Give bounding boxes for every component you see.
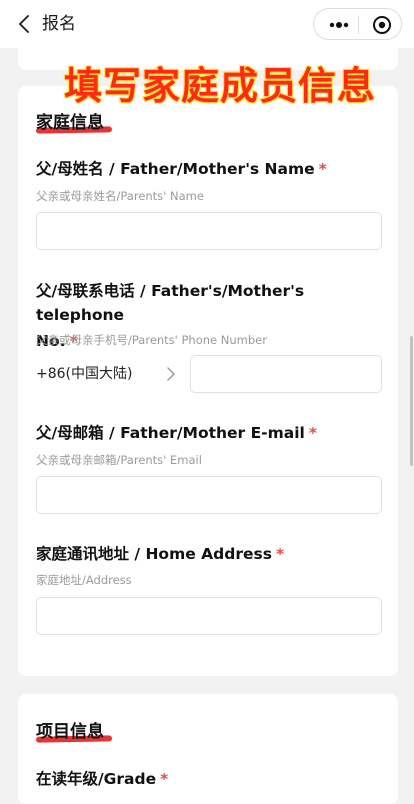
- parent-phone-input[interactable]: [190, 355, 382, 393]
- back-chevron-icon[interactable]: [14, 13, 36, 35]
- home-address-label: 家庭通讯地址 / Home Address *: [36, 542, 284, 566]
- parent-name-hint: 父亲或母亲姓名/Parents' Name: [36, 189, 204, 203]
- parent-email-input[interactable]: [36, 476, 382, 514]
- home-address-label-text: 家庭通讯地址 / Home Address: [36, 545, 272, 563]
- scrollbar[interactable]: [410, 336, 413, 466]
- parent-email-label: 父/母邮箱 / Father/Mother E-mail *: [36, 421, 317, 445]
- close-target-icon[interactable]: [372, 15, 392, 35]
- home-address-hint: 家庭地址/Address: [36, 573, 132, 587]
- country-code-selector[interactable]: +86(中国大陆): [36, 364, 132, 384]
- required-asterisk: *: [160, 770, 169, 788]
- home-address-input[interactable]: [36, 597, 382, 635]
- project-section-title: 项目信息: [36, 722, 104, 742]
- required-asterisk: *: [318, 160, 327, 178]
- parent-name-input[interactable]: [36, 212, 382, 250]
- grade-label: 在读年级/Grade *: [36, 767, 168, 791]
- required-asterisk: *: [275, 545, 285, 563]
- required-asterisk: *: [308, 424, 317, 442]
- more-dots-icon[interactable]: [327, 18, 351, 32]
- parent-email-label-text: 父/母邮箱 / Father/Mother E-mail: [36, 424, 305, 442]
- capsule-divider: [358, 16, 359, 34]
- parent-email-hint: 父亲或母亲邮箱/Parents' Email: [36, 453, 202, 467]
- mini-program-capsule: [313, 8, 402, 40]
- grade-label-text: 在读年级/Grade: [36, 770, 157, 788]
- chevron-right-icon[interactable]: [164, 366, 178, 382]
- family-section-title: 家庭信息: [36, 113, 104, 133]
- parent-phone-hint: 父亲或母亲手机号/Parents' Phone Number: [36, 333, 267, 347]
- parent-name-label-text: 父/母姓名 / Father/Mother's Name: [36, 160, 315, 178]
- instruction-banner: 填写家庭成员信息: [64, 64, 377, 108]
- parent-phone-label-line1: 父/母联系电话 / Father's/Mother's telephone: [36, 282, 305, 324]
- parent-name-label: 父/母姓名 / Father/Mother's Name *: [36, 157, 327, 181]
- nav-bar: 报名: [0, 0, 414, 48]
- page-title: 报名: [42, 14, 76, 34]
